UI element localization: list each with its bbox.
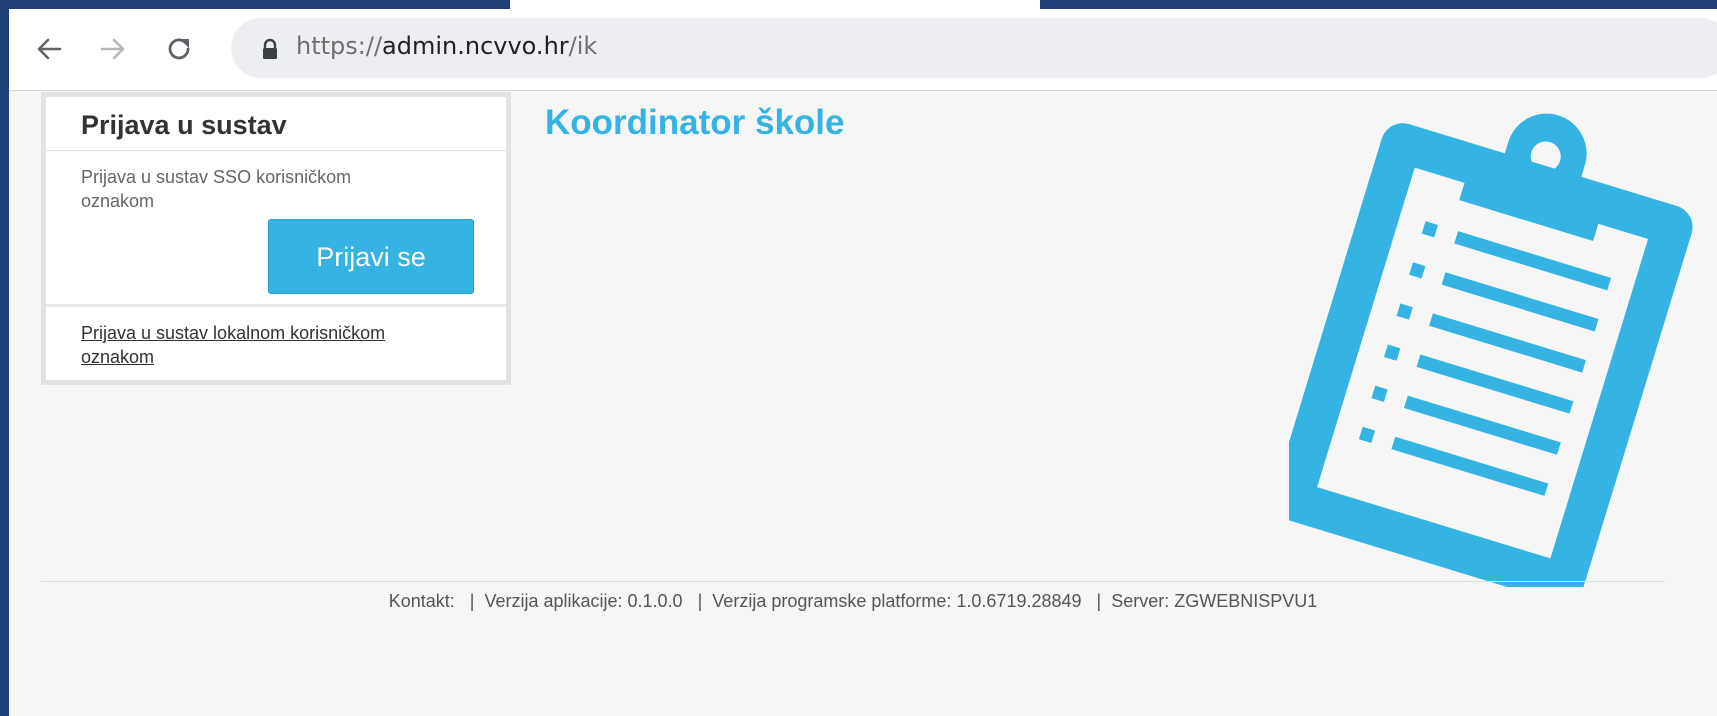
reload-button[interactable]: [161, 31, 197, 67]
url-scheme: https://: [296, 32, 383, 60]
arrow-left-icon: [37, 38, 62, 60]
url-host: admin.ncvvo.hr: [382, 32, 569, 60]
footer-server: Server: ZGWEBNISPVU1: [1111, 591, 1318, 611]
reload-icon: [168, 38, 190, 60]
footer-contact[interactable]: Kontakt:: [389, 591, 455, 611]
footer-app-version: Verzija aplikacije: 0.1.0.0: [484, 591, 683, 611]
footer-platform-version: Verzija programske platforme: 1.0.6719.2…: [712, 591, 1082, 611]
browser-toolbar: https://admin.ncvvo.hr/ik: [9, 9, 1717, 91]
footer-divider: [41, 581, 1665, 582]
login-panel: Prijava u sustav Prijava u sustav SSO ko…: [41, 92, 511, 385]
login-title: Prijava u sustav: [46, 97, 506, 151]
lock-icon: [263, 38, 277, 59]
page-content: Prijava u sustav Prijava u sustav SSO ko…: [9, 91, 1717, 716]
sso-description: Prijava u sustav SSO korisničkom oznakom: [81, 167, 352, 211]
clipboard-icon: [1289, 113, 1693, 587]
address-bar[interactable]: https://admin.ncvvo.hr/ik: [231, 18, 1717, 78]
login-button[interactable]: Prijavi se: [268, 219, 474, 294]
arrow-right-icon: [100, 38, 125, 60]
page-title: Koordinator škole: [545, 103, 845, 142]
url-path: /ik: [568, 32, 598, 60]
forward-button[interactable]: [95, 31, 131, 67]
local-login-link[interactable]: Prijava u sustav lokalnom korisničkom oz…: [81, 321, 461, 369]
login-sso-section: Prijava u sustav SSO korisničkom oznakom…: [46, 151, 506, 307]
url-text[interactable]: https://admin.ncvvo.hr/ik: [296, 32, 597, 60]
footer: Kontakt: | Verzija aplikacije: 0.1.0.0 |…: [41, 591, 1665, 612]
back-button[interactable]: [31, 31, 67, 67]
active-tab[interactable]: [510, 0, 1040, 9]
